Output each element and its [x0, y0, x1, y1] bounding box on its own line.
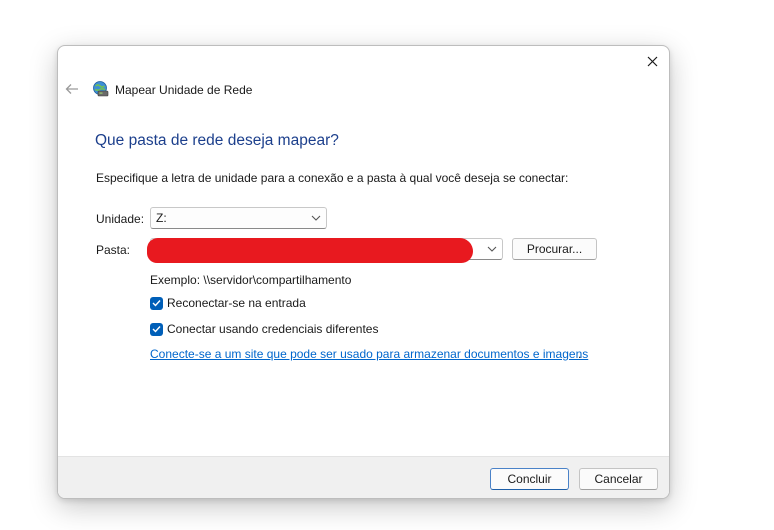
credentials-label[interactable]: Conectar usando credenciais diferentes [167, 322, 378, 336]
window-title: Mapear Unidade de Rede [115, 83, 253, 97]
dialog-footer: Concluir Cancelar [58, 456, 669, 498]
link-period: . [578, 347, 582, 361]
back-arrow-icon [65, 84, 78, 94]
reconnect-option: Reconectar-se na entrada [150, 296, 306, 310]
credentials-option: Conectar usando credenciais diferentes [150, 322, 378, 336]
chevron-down-icon [311, 215, 321, 221]
cancel-button[interactable]: Cancelar [579, 468, 658, 490]
reconnect-label[interactable]: Reconectar-se na entrada [167, 296, 306, 310]
page-heading: Que pasta de rede deseja mapear? [95, 132, 339, 149]
checkmark-icon [152, 326, 161, 333]
redaction-mark [147, 238, 473, 263]
close-button[interactable] [637, 47, 667, 75]
path-example-text: Exemplo: \\servidor\compartilhamento [150, 273, 352, 287]
folder-label: Pasta: [96, 243, 131, 257]
instruction-text: Especifique a letra de unidade para a co… [96, 171, 569, 185]
drive-label: Unidade: [96, 212, 145, 226]
close-icon [647, 56, 657, 66]
chevron-down-icon [487, 246, 497, 252]
drive-letter-select[interactable]: Z: [150, 207, 327, 229]
back-button[interactable] [63, 80, 81, 98]
map-network-drive-dialog: Mapear Unidade de Rede Que pasta de rede… [57, 45, 670, 499]
document-site-link[interactable]: Conecte-se a um site que pode ser usado … [150, 347, 588, 361]
browse-button[interactable]: Procurar... [512, 238, 597, 260]
finish-button[interactable]: Concluir [490, 468, 569, 490]
credentials-checkbox[interactable] [150, 322, 163, 336]
drive-letter-value: Z: [156, 211, 167, 225]
network-drive-icon [93, 81, 109, 97]
checkmark-icon [152, 300, 161, 307]
reconnect-checkbox[interactable] [150, 296, 163, 310]
